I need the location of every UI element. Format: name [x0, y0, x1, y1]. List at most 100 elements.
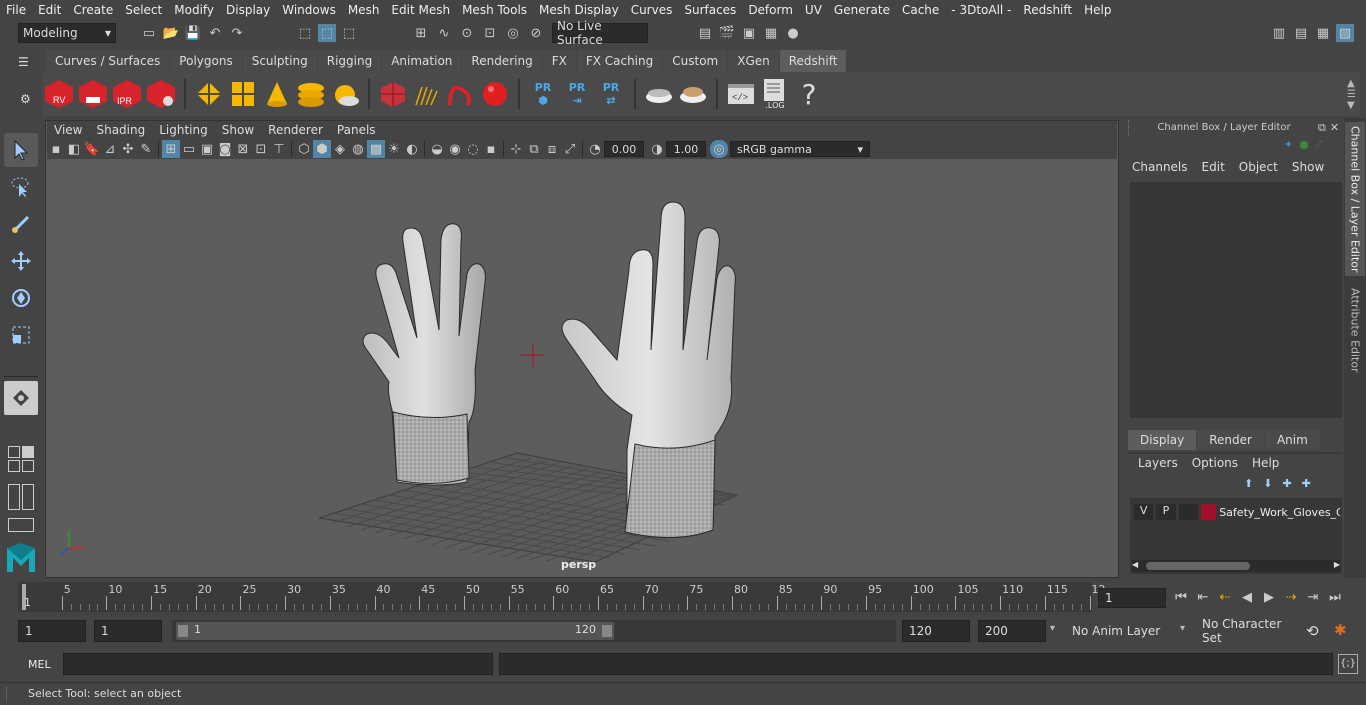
- shadows-icon[interactable]: ☀: [385, 140, 403, 158]
- xray-joints-icon[interactable]: ⧉: [525, 140, 543, 158]
- two-d-pan-icon[interactable]: ✣: [119, 140, 137, 158]
- viewport-menu-panels[interactable]: Panels: [330, 123, 383, 137]
- camera-attributes-icon[interactable]: ◧: [65, 140, 83, 158]
- soft-select-icon[interactable]: [4, 381, 38, 415]
- bake-pie-1-button[interactable]: [643, 76, 675, 112]
- rotate-tool-icon[interactable]: [4, 281, 38, 315]
- snap-grid-icon[interactable]: ⊞: [412, 24, 430, 42]
- play-forward-icon[interactable]: ▶: [1260, 588, 1278, 606]
- menu-uv[interactable]: UV: [799, 3, 828, 17]
- exposure-icon[interactable]: ◔: [586, 140, 604, 158]
- channel-menu-channels[interactable]: Channels: [1132, 160, 1188, 174]
- viewport-menu-renderer[interactable]: Renderer: [261, 123, 330, 137]
- xray-active-icon[interactable]: ⧈: [543, 140, 561, 158]
- ipr-render-icon[interactable]: ▣: [740, 24, 758, 42]
- animation-end-field[interactable]: 200: [978, 620, 1046, 642]
- grease-pencil-icon[interactable]: ✎: [137, 140, 155, 158]
- mel-command-input[interactable]: [63, 653, 493, 675]
- lasso-tool-icon[interactable]: [4, 170, 38, 204]
- snap-point-icon[interactable]: ⊙: [458, 24, 476, 42]
- safe-title-icon[interactable]: ⊤: [270, 140, 288, 158]
- image-plane-icon[interactable]: ⊿: [101, 140, 119, 158]
- snap-surface-icon[interactable]: ◎: [504, 24, 522, 42]
- live-surface-field[interactable]: No Live Surface: [552, 19, 648, 47]
- menu-edit-mesh[interactable]: Edit Mesh: [385, 3, 456, 17]
- wireframe-on-shaded-icon[interactable]: ◈: [331, 140, 349, 158]
- channel-list[interactable]: [1130, 182, 1342, 418]
- log-button[interactable]: .LOG: [759, 76, 791, 112]
- viewport-menu-view[interactable]: View: [47, 123, 89, 137]
- render-settings-icon[interactable]: ▤: [696, 24, 714, 42]
- safe-action-icon[interactable]: ⊡: [252, 140, 270, 158]
- pr-sync-button[interactable]: PR ⇄: [595, 76, 627, 112]
- undo-icon[interactable]: ↶: [206, 24, 224, 42]
- redshift-ies-light-button[interactable]: [295, 76, 327, 112]
- bake-pie-2-button[interactable]: [677, 76, 709, 112]
- viewport-canvas[interactable]: persp: [47, 160, 1118, 577]
- redshift-ipr-button[interactable]: IPR: [111, 76, 143, 112]
- shelf-tab-sculpting[interactable]: Sculpting: [242, 50, 317, 72]
- menu-surfaces[interactable]: Surfaces: [678, 3, 742, 17]
- layer-scrollbar[interactable]: ◀ ▶: [1132, 560, 1340, 572]
- animation-preferences-icon[interactable]: ✱: [1334, 621, 1347, 639]
- film-gate-icon[interactable]: ▭: [180, 140, 198, 158]
- select-tool-icon[interactable]: [4, 133, 38, 167]
- mode-selector[interactable]: Modeling ▾: [18, 23, 116, 43]
- save-scene-icon[interactable]: 💾: [184, 24, 202, 42]
- anim-layer-dropdown[interactable]: No Anim Layer: [1066, 620, 1172, 642]
- select-camera-icon[interactable]: ▪: [47, 140, 65, 158]
- character-set-dropdown[interactable]: No Character Set: [1196, 617, 1300, 645]
- select-hierarchy-icon[interactable]: ⬚: [296, 24, 314, 42]
- script-editor-icon[interactable]: {;}: [1338, 654, 1358, 674]
- layer-display-type-toggle[interactable]: [1178, 504, 1198, 520]
- gamma-icon[interactable]: ◑: [648, 140, 666, 158]
- motion-blur-icon[interactable]: ◒: [428, 140, 446, 158]
- redshift-curve-button[interactable]: [445, 76, 477, 112]
- select-component-icon[interactable]: ⬚: [340, 24, 358, 42]
- paint-select-tool-icon[interactable]: [4, 207, 38, 241]
- layout-single-icon[interactable]: [22, 446, 34, 458]
- redshift-proxy-button[interactable]: [377, 76, 409, 112]
- depth-of-field-icon[interactable]: ◌: [464, 140, 482, 158]
- current-frame-field[interactable]: 1: [1098, 588, 1166, 608]
- channel-box-icon[interactable]: ▧: [1336, 24, 1354, 42]
- menu-edit[interactable]: Edit: [32, 3, 67, 17]
- redo-icon[interactable]: ↷: [228, 24, 246, 42]
- tab-attribute-editor[interactable]: Attribute Editor: [1345, 280, 1365, 380]
- chevron-down-icon[interactable]: ▾: [1050, 623, 1055, 634]
- gate-mask-icon[interactable]: ◙: [216, 140, 234, 158]
- menu-cache[interactable]: Cache: [896, 3, 945, 17]
- shelf-tab-polygons[interactable]: Polygons: [170, 50, 242, 72]
- shelf-tab-xgen[interactable]: XGen: [728, 50, 779, 72]
- layer-playback-toggle[interactable]: P: [1156, 504, 1176, 520]
- exposure-field[interactable]: 0.00: [604, 141, 644, 157]
- redshift-portal-light-button[interactable]: [227, 76, 259, 112]
- grid-toggle-icon[interactable]: ⊞: [162, 140, 180, 158]
- tab-channel-box-layer-editor[interactable]: Channel Box / Layer Editor: [1345, 122, 1365, 276]
- step-forward-frame-icon[interactable]: ⇢: [1282, 588, 1300, 606]
- mel-label[interactable]: MEL: [28, 658, 51, 671]
- attribute-editor-icon[interactable]: ▤: [1292, 24, 1310, 42]
- layout-quad-icon[interactable]: [8, 446, 20, 458]
- modeling-toolkit-icon[interactable]: ▥: [1270, 24, 1288, 42]
- layer-row[interactable]: V P Safety_Work_Gloves_G: [1134, 502, 1340, 522]
- render-view-icon[interactable]: ▦: [762, 24, 780, 42]
- shelf-settings-icon[interactable]: ⚙: [20, 92, 31, 106]
- chevron-down-icon[interactable]: ▼: [1347, 100, 1356, 111]
- animation-start-field[interactable]: 1: [18, 620, 86, 642]
- menu-select[interactable]: Select: [119, 3, 168, 17]
- textured-icon[interactable]: ◍: [349, 140, 367, 158]
- redshift-material-button[interactable]: [479, 76, 511, 112]
- render-frame-icon[interactable]: 🎬: [718, 24, 736, 42]
- menu-redshift[interactable]: Redshift: [1017, 3, 1078, 17]
- anti-alias-icon[interactable]: ◉: [446, 140, 464, 158]
- redshift-render-view-button[interactable]: RV: [43, 76, 75, 112]
- bookmark-icon[interactable]: 🔖: [83, 140, 101, 158]
- shelf-menu-icon[interactable]: ☰: [18, 55, 29, 69]
- shelf-tab-curves-surfaces[interactable]: Curves / Surfaces: [46, 50, 170, 72]
- layer-color-swatch[interactable]: [1200, 504, 1217, 520]
- channel-menu-object[interactable]: Object: [1239, 160, 1278, 174]
- gamma-field[interactable]: 1.00: [666, 141, 706, 157]
- move-layer-up-icon[interactable]: ⬆: [1244, 477, 1253, 490]
- menu-generate[interactable]: Generate: [828, 3, 896, 17]
